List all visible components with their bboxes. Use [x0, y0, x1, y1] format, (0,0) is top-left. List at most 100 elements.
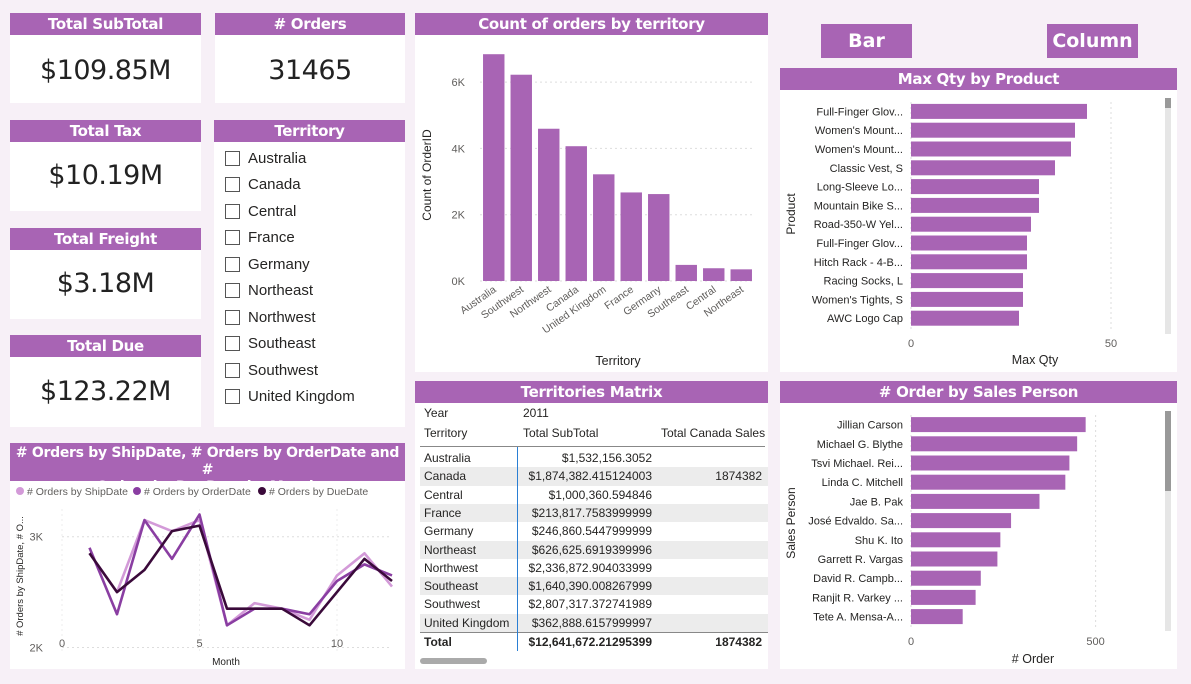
matrix-body: Australia $1,532,156.3052 Canada $1,874,382… [420, 449, 768, 653]
checkbox[interactable] [225, 283, 240, 299]
checkbox[interactable] [225, 389, 240, 405]
matrix-row[interactable]: Canada $1,874,382.415124003 1874382 [420, 467, 768, 486]
orders-by-sales-person-visual: # Order by Sales Person 0 500 Jillian Cars… [780, 381, 1177, 669]
total-due-value: $123.22M [40, 376, 171, 407]
x-tick-label: 10 [331, 638, 343, 650]
total-freight-title: Total Freight [10, 228, 201, 250]
total-due-card: Total Due $123.22M [10, 335, 201, 427]
territory-bar [593, 174, 615, 281]
category-bar [911, 254, 1027, 270]
checkbox[interactable] [225, 256, 240, 272]
matrix-total-row[interactable]: Total $12,641,672.21295399 1874382 [420, 632, 768, 650]
category-bar [911, 609, 963, 625]
territory-option-label: Northwest [248, 308, 316, 326]
matrix-row[interactable]: Northwest $2,336,872.904033999 [420, 559, 768, 577]
matrix-row[interactable]: Central $1,000,360.594846 [420, 486, 768, 504]
category-bar [911, 160, 1055, 176]
matrix-col-canada[interactable]: Total Canada Sales [661, 426, 765, 440]
x-tick-label: 50 [1105, 338, 1117, 350]
orders-by-territory-chart: 0K2K4K6KAustraliaSouthwestNorthwestCanad… [420, 54, 755, 368]
matrix-row[interactable]: France $213,817.7583999999 [420, 503, 768, 523]
x-tick-label: 0 [59, 638, 65, 650]
category-bar [911, 474, 1066, 490]
matrix-col-territory[interactable]: Territory [424, 426, 467, 440]
y-tick-label: 0K [452, 276, 466, 288]
scrollbar[interactable] [1165, 98, 1171, 334]
territory-slicer-list: Australia Canada Central France Germany North… [214, 142, 405, 410]
orders-by-sales-person-title: # Order by Sales Person [780, 381, 1177, 403]
x-tick-label: 0 [908, 636, 914, 648]
territory-option-label: Southwest [248, 361, 319, 379]
territory-option[interactable]: Australia [214, 145, 405, 172]
x-axis-title: # Order [1012, 652, 1054, 666]
y-tick-label: 2K [30, 642, 44, 654]
matrix-cell-subtotal: $1,532,156.3052 [561, 451, 652, 465]
category-bar [911, 589, 976, 605]
y-tick-label: Road-350-W Yel... [814, 219, 903, 231]
checkbox[interactable] [225, 336, 240, 352]
matrix-cell-subtotal: $626,625.6919399996 [531, 542, 652, 557]
matrix-row[interactable]: Australia $1,532,156.3052 [420, 449, 768, 467]
matrix-row[interactable]: Germany $246,860.5447999999 [420, 522, 768, 540]
y-tick-label: Classic Vest, S [830, 163, 903, 175]
scrollbar-thumb[interactable] [1165, 98, 1171, 108]
x-tick-label: 5 [196, 638, 202, 650]
territory-slicer: Territory Australia Canada Central France Ge… [214, 120, 405, 427]
territory-option[interactable]: Central [214, 198, 405, 225]
horizontal-scrollbar[interactable] [420, 658, 487, 664]
territory-bar [565, 146, 587, 281]
orders-value: 31465 [268, 55, 352, 86]
territory-option-label: Southeast [248, 335, 316, 353]
territory-bar [730, 269, 752, 281]
scrollbar[interactable] [1165, 411, 1171, 631]
y-tick-label: 4K [452, 143, 466, 155]
matrix-row[interactable]: Northeast $626,625.6919399996 [420, 540, 768, 559]
checkbox[interactable] [225, 203, 240, 219]
max-qty-by-product-visual: Max Qty by Product 0 50 Full-Finger Glov..… [780, 68, 1177, 372]
territory-option-label: Australia [248, 149, 307, 167]
territory-bar [703, 268, 725, 281]
column-button[interactable]: Column [1047, 24, 1138, 58]
territory-option[interactable]: United Kingdom [214, 384, 405, 411]
matrix-cell-subtotal: $213,817.7583999999 [531, 505, 652, 520]
y-tick-label: Full-Finger Glov... [816, 106, 903, 118]
scrollbar-thumb[interactable] [1165, 411, 1171, 491]
matrix-row[interactable]: Southeast $1,640,390.008267999 [420, 577, 768, 596]
category-bar [911, 197, 1039, 213]
matrix-cell-territory: United Kingdom [424, 615, 510, 630]
y-tick-label: Michael G. Blythe [817, 439, 903, 451]
checkbox[interactable] [225, 150, 240, 166]
territory-option-label: United Kingdom [248, 388, 355, 406]
total-subtotal-title: Total SubTotal [10, 13, 201, 35]
checkbox[interactable] [225, 309, 240, 325]
territory-option[interactable]: Southwest [214, 357, 405, 384]
matrix-row[interactable]: United Kingdom $362,888.6157999997 [420, 613, 768, 632]
category-bar [911, 570, 981, 586]
bar-button[interactable]: Bar [821, 24, 912, 58]
checkbox[interactable] [225, 177, 240, 193]
y-axis-title: Sales Person [784, 487, 798, 558]
legend-label: # Orders by ShipDate [27, 486, 128, 498]
checkbox[interactable] [225, 362, 240, 378]
y-tick-label: 6K [452, 77, 466, 89]
matrix-cell-subtotal: $2,336,872.904033999 [528, 560, 652, 575]
territory-option[interactable]: France [214, 225, 405, 252]
matrix-cell-subtotal: $12,641,672.21295399 [528, 635, 652, 649]
territory-option-label: France [248, 229, 295, 247]
matrix-cell-territory: Central [424, 487, 463, 502]
checkbox[interactable] [225, 230, 240, 246]
orders-title: # Orders [215, 13, 405, 35]
territory-option[interactable]: Germany [214, 251, 405, 278]
matrix-col-subtotal[interactable]: Total SubTotal [523, 426, 598, 440]
y-axis-title: Product [784, 193, 798, 235]
total-freight-value: $3.18M [56, 268, 155, 299]
territory-option[interactable]: Northwest [214, 304, 405, 331]
matrix-row[interactable]: Southwest $2,807,317.372741989 [420, 595, 768, 613]
category-bar [911, 513, 1012, 529]
territory-option[interactable]: Canada [214, 172, 405, 199]
territory-option[interactable]: Southeast [214, 331, 405, 358]
x-tick-label: 500 [1086, 636, 1104, 648]
category-bar [911, 417, 1086, 433]
territory-option[interactable]: Northeast [214, 278, 405, 305]
orders-by-territory-title: Count of orders by territory [415, 13, 768, 35]
